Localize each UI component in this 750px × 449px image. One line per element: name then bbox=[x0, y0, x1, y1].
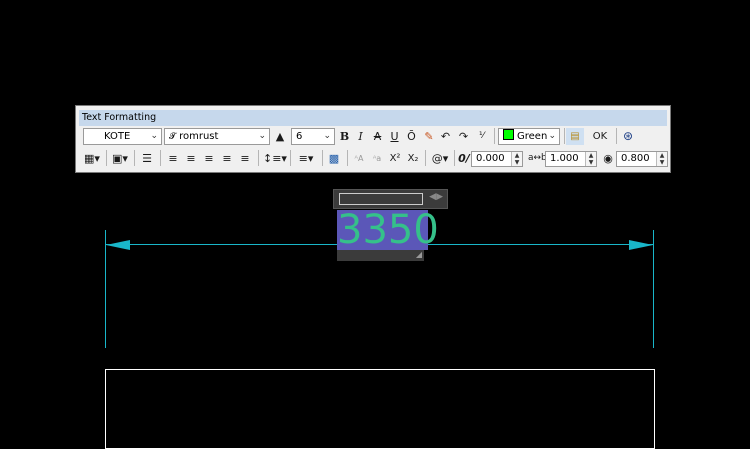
separator bbox=[258, 150, 259, 166]
insert-field-icon[interactable]: ▩ bbox=[327, 150, 341, 167]
separator bbox=[106, 150, 107, 166]
dimension-text-editor[interactable]: 3350 bbox=[337, 207, 439, 253]
dimension-text[interactable]: 3350 bbox=[337, 206, 439, 254]
match-format-icon[interactable]: ✎ bbox=[422, 128, 436, 145]
separator bbox=[616, 128, 617, 144]
oblique-angle-value: 0.000 bbox=[476, 153, 505, 164]
separator bbox=[564, 128, 565, 144]
chevron-down-icon: ⌄ bbox=[258, 131, 266, 141]
align-left-icon[interactable]: ≡ bbox=[166, 150, 180, 167]
mtext-justification-icon[interactable]: ▣▾ bbox=[110, 150, 130, 167]
align-center-icon[interactable]: ≡ bbox=[184, 150, 198, 167]
text-style-value: KOTE bbox=[104, 131, 131, 142]
font-dropdown[interactable]: 𝓣 romrust ⌄ bbox=[164, 128, 270, 145]
paragraph-icon[interactable]: ☰ bbox=[140, 150, 154, 167]
uppercase-icon[interactable]: ᴬA bbox=[352, 150, 366, 167]
resize-grip-icon[interactable]: ◢ bbox=[416, 250, 422, 259]
width-factor-icon: ◉ bbox=[603, 152, 613, 165]
bold-button[interactable]: B bbox=[338, 128, 351, 145]
text-height-value: 6 bbox=[296, 131, 303, 142]
justify-icon[interactable]: ≡ bbox=[220, 150, 234, 167]
columns-icon[interactable]: ▦▾ bbox=[82, 150, 102, 167]
ruler-icon[interactable]: ▤ bbox=[566, 128, 584, 145]
separator bbox=[494, 128, 495, 144]
tracking-value: 1.000 bbox=[550, 153, 579, 164]
separator bbox=[290, 150, 291, 166]
distribute-icon[interactable]: ≡ bbox=[238, 150, 252, 167]
undo-icon[interactable]: ↶ bbox=[439, 128, 452, 145]
numbering-icon[interactable]: ≡▾ bbox=[295, 150, 317, 167]
italic-button[interactable]: I bbox=[354, 128, 367, 145]
extension-line-right bbox=[653, 230, 654, 348]
tracking-field[interactable]: 1.000 ▲ ▼ bbox=[545, 151, 597, 167]
separator bbox=[454, 150, 455, 166]
color-name: Green bbox=[517, 131, 548, 142]
truetype-font-icon: 𝓣 bbox=[169, 132, 176, 142]
width-factor-value: 0.800 bbox=[621, 153, 650, 164]
options-icon[interactable]: ⊛ bbox=[621, 128, 635, 145]
separator bbox=[160, 150, 161, 166]
toolbar-title: Text Formatting bbox=[79, 110, 667, 126]
redo-icon[interactable]: ↷ bbox=[457, 128, 470, 145]
editor-resize-bar[interactable]: ◢ bbox=[337, 250, 424, 261]
oblique-angle-icon: 0/ bbox=[458, 152, 470, 165]
line-spacing-icon[interactable]: ↕≡▾ bbox=[263, 150, 287, 167]
tracking-icon: a↔b bbox=[528, 153, 547, 163]
symbol-icon[interactable]: @▾ bbox=[430, 150, 450, 167]
ruler-arrows-icon[interactable]: ◀▶ bbox=[429, 192, 443, 202]
font-name: romrust bbox=[179, 131, 219, 142]
text-color-value: Green bbox=[503, 129, 547, 144]
separator bbox=[425, 150, 426, 166]
underline-button[interactable]: U bbox=[388, 128, 401, 145]
overline-button[interactable]: Ō bbox=[405, 128, 418, 145]
annotative-icon[interactable]: ▲ bbox=[273, 128, 287, 145]
separator bbox=[134, 150, 135, 166]
chevron-down-icon: ⌄ bbox=[150, 131, 158, 141]
chevron-down-icon: ⌄ bbox=[323, 131, 331, 141]
chevron-down-icon: ⌄ bbox=[548, 131, 556, 141]
text-style-dropdown[interactable]: KOTE ⌄ bbox=[83, 128, 162, 145]
arrowhead-left-icon bbox=[106, 240, 130, 250]
ruler-scale[interactable] bbox=[339, 193, 423, 205]
lowercase-icon[interactable]: ᴬa bbox=[370, 150, 384, 167]
stack-icon[interactable]: ⅟ bbox=[475, 128, 488, 145]
subscript-button[interactable]: X₂ bbox=[406, 150, 420, 167]
spinner-icon[interactable]: ▲ ▼ bbox=[585, 152, 596, 166]
separator bbox=[347, 150, 348, 166]
color-swatch bbox=[503, 129, 514, 140]
text-color-dropdown[interactable]: Green ⌄ bbox=[498, 128, 560, 145]
text-formatting-toolbar: Text Formatting KOTE ⌄ 𝓣 romrust ⌄ ▲ 6 ⌄… bbox=[75, 105, 671, 173]
oblique-angle-field[interactable]: 0.000 ▲ ▼ bbox=[471, 151, 523, 167]
ok-button[interactable]: OK bbox=[589, 128, 611, 145]
arrowhead-right-icon bbox=[629, 240, 653, 250]
strikethrough-button[interactable]: A bbox=[371, 128, 384, 145]
drawing-rectangle bbox=[105, 369, 655, 449]
superscript-button[interactable]: X² bbox=[388, 150, 402, 167]
spinner-icon[interactable]: ▲ ▼ bbox=[656, 152, 667, 166]
separator bbox=[322, 150, 323, 166]
spinner-icon[interactable]: ▲ ▼ bbox=[511, 152, 522, 166]
font-value: 𝓣 romrust bbox=[169, 129, 218, 145]
width-factor-field[interactable]: 0.800 ▲ ▼ bbox=[616, 151, 668, 167]
align-right-icon[interactable]: ≡ bbox=[202, 150, 216, 167]
text-height-dropdown[interactable]: 6 ⌄ bbox=[291, 128, 335, 145]
